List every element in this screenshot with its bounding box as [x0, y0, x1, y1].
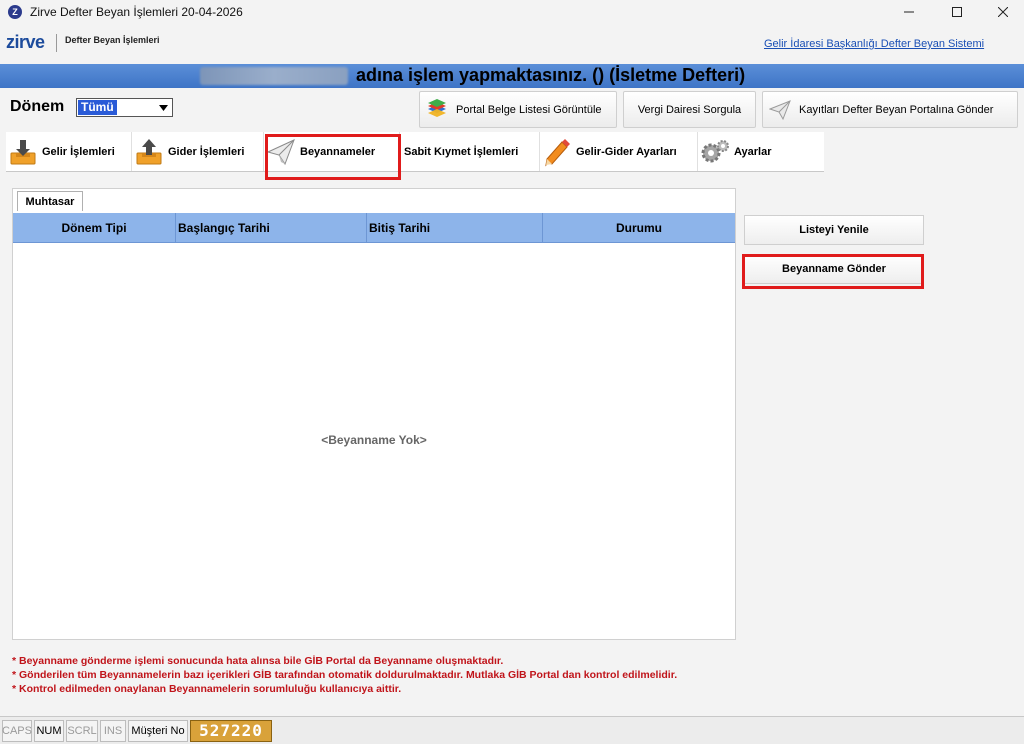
- expense-tray-icon: [134, 137, 164, 167]
- close-icon: [998, 7, 1008, 17]
- portal-document-list-button[interactable]: Portal Belge Listesi Görüntüle: [419, 91, 617, 128]
- minimize-icon: [904, 11, 914, 13]
- num-lock-indicator: NUM: [34, 719, 64, 742]
- close-button[interactable]: [980, 0, 1024, 24]
- window-title: Zirve Defter Beyan İşlemleri 20-04-2026: [30, 5, 243, 19]
- blurred-taxpayer-name: [200, 67, 348, 85]
- column-header-donem-tipi[interactable]: Dönem Tipi: [13, 213, 176, 242]
- tab-sabit-kiymet-label: Sabit Kıymet İşlemleri: [404, 145, 519, 158]
- tab-ayarlar-label: Ayarlar: [734, 145, 772, 158]
- caps-lock-indicator: CAPS: [2, 719, 32, 742]
- income-tray-icon: [8, 137, 38, 167]
- send-declaration-label: Beyanname Gönder: [782, 263, 886, 275]
- dropdown-arrow-icon[interactable]: [155, 100, 171, 115]
- gear-icon: [700, 137, 730, 167]
- title-bar: Z Zirve Defter Beyan İşlemleri 20-04-202…: [0, 0, 1024, 24]
- paper-plane-icon: [769, 99, 791, 121]
- period-select[interactable]: Tümü: [76, 98, 173, 117]
- send-declaration-button[interactable]: Beyanname Gönder: [744, 254, 924, 284]
- layers-icon: [426, 98, 448, 121]
- tab-beyannameler-label: Beyannameler: [300, 145, 376, 158]
- warning-notes: * Beyanname gönderme işlemi sonucunda ha…: [12, 654, 1012, 696]
- tab-muhtasar[interactable]: Muhtasar: [17, 191, 83, 211]
- minimize-button[interactable]: [886, 0, 932, 24]
- portal-document-list-label: Portal Belge Listesi Görüntüle: [456, 103, 602, 116]
- empty-list-message: <Beyanname Yok>: [321, 433, 427, 447]
- paper-plane-icon: [266, 137, 296, 167]
- tax-office-query-button[interactable]: Vergi Dairesi Sorgula: [623, 91, 756, 128]
- refresh-list-label: Listeyi Yenile: [799, 224, 869, 236]
- status-bar: CAPS NUM SCRL INS Müşteri No 527220: [0, 716, 1024, 744]
- tab-beyannameler[interactable]: Beyannameler: [264, 132, 400, 171]
- column-header-bitis-tarihi[interactable]: Bitiş Tarihi: [367, 213, 543, 242]
- app-icon: Z: [8, 5, 22, 19]
- tab-ayarlar[interactable]: Ayarlar: [698, 132, 824, 171]
- app-subtitle: Defter Beyan İşlemleri: [65, 35, 160, 45]
- banner-text: adına işlem yapmaktasınız. () (İsletme D…: [356, 65, 746, 85]
- maximize-icon: [952, 7, 962, 17]
- tab-gelir-islemleri[interactable]: Gelir İşlemleri: [6, 132, 132, 171]
- zirve-logo: zirve: [6, 32, 45, 52]
- period-label: Dönem: [10, 98, 65, 115]
- logo-divider: [56, 34, 57, 52]
- customer-number-display: 527220: [190, 719, 272, 742]
- main-tabs: Gelir İşlemleri Gider İşlemleri Beyannam…: [6, 132, 824, 172]
- period-selected-value: Tümü: [78, 100, 117, 115]
- tab-gider-label: Gider İşlemleri: [168, 145, 245, 158]
- pencil-icon: [542, 137, 572, 167]
- scroll-lock-indicator: SCRL: [66, 719, 98, 742]
- tab-gelir-gider-ayarlari[interactable]: Gelir-Gider Ayarları: [540, 132, 698, 171]
- column-header-baslangic-tarihi[interactable]: Başlangıç Tarihi: [176, 213, 367, 242]
- maximize-button[interactable]: [934, 0, 980, 24]
- table-header: Dönem Tipi Başlangıç Tarihi Bitiş Tarihi…: [13, 213, 735, 243]
- warning-note: * Gönderilen tüm Beyannamelerin bazı içe…: [12, 669, 678, 681]
- warning-note: * Beyanname gönderme işlemi sonucunda ha…: [12, 655, 504, 667]
- customer-number-label: Müşteri No: [128, 719, 188, 742]
- tax-office-query-label: Vergi Dairesi Sorgula: [637, 103, 742, 116]
- tab-gider-islemleri[interactable]: Gider İşlemleri: [132, 132, 264, 171]
- warning-note: * Kontrol edilmeden onaylanan Beyannamel…: [12, 683, 402, 695]
- insert-indicator: INS: [100, 719, 126, 742]
- tab-gelir-label: Gelir İşlemleri: [42, 145, 115, 158]
- taxpayer-banner: adına işlem yapmaktasınız. () (İsletme D…: [0, 64, 1024, 88]
- tab-gelir-gider-ayarlari-label: Gelir-Gider Ayarları: [576, 145, 677, 158]
- declarations-panel: Muhtasar Dönem Tipi Başlangıç Tarihi Bit…: [12, 188, 736, 640]
- send-to-portal-label: Kayıtları Defter Beyan Portalına Gönder: [799, 103, 994, 116]
- gib-defter-beyan-link[interactable]: Gelir İdaresi Başkanlığı Defter Beyan Si…: [764, 38, 984, 50]
- tab-sabit-kiymet-islemleri[interactable]: Sabit Kıymet İşlemleri: [400, 132, 540, 171]
- send-to-portal-button[interactable]: Kayıtları Defter Beyan Portalına Gönder: [762, 91, 1018, 128]
- column-header-durumu[interactable]: Durumu: [543, 213, 735, 242]
- refresh-list-button[interactable]: Listeyi Yenile: [744, 215, 924, 245]
- app-header: zirve Defter Beyan İşlemleri Gelir İdare…: [0, 24, 1024, 64]
